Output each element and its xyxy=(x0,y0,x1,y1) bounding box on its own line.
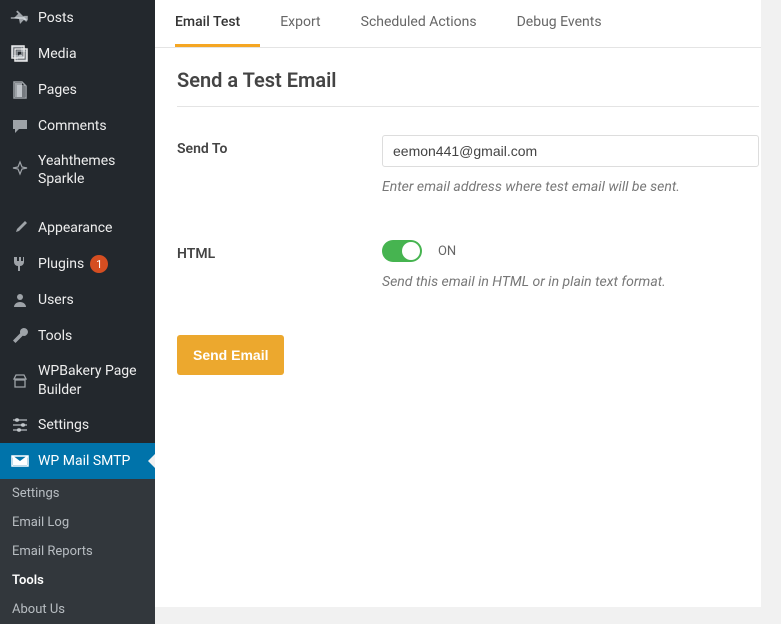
sidebar-item-yeahthemes[interactable]: Yeahthemes Sparkle xyxy=(0,144,155,196)
sparkle-icon xyxy=(10,160,30,180)
send-email-button[interactable]: Send Email xyxy=(177,335,284,375)
submenu-item-emailreports[interactable]: Email Reports xyxy=(0,537,155,566)
sidebar-item-label: Appearance xyxy=(38,219,112,237)
builder-icon xyxy=(10,371,30,391)
submenu-item-settings[interactable]: Settings xyxy=(0,479,155,508)
sidebar-item-label: WPBakery Page Builder xyxy=(38,362,145,398)
submenu-item-tools[interactable]: Tools xyxy=(0,566,155,595)
sidebar-item-wpmailsmtp[interactable]: WP Mail SMTP xyxy=(0,443,155,479)
sidebar-item-label: Plugins xyxy=(38,255,84,273)
media-icon xyxy=(10,44,30,64)
sidebar-item-label: Comments xyxy=(38,117,107,135)
sidebar-item-tools[interactable]: Tools xyxy=(0,318,155,354)
label-sendto: Send To xyxy=(177,135,382,157)
right-gutter xyxy=(761,0,781,607)
sidebar-item-posts[interactable]: Posts xyxy=(0,0,155,36)
sendto-input[interactable] xyxy=(382,135,759,167)
tab-scheduled-actions[interactable]: Scheduled Actions xyxy=(361,0,497,47)
toggle-state: ON xyxy=(438,244,456,259)
comment-icon xyxy=(10,116,30,136)
sidebar-item-label: Tools xyxy=(38,327,72,345)
wrench-icon xyxy=(10,326,30,346)
label-html: HTML xyxy=(177,240,382,262)
admin-sidebar: Posts Media Pages Comments Yeahthemes Sp… xyxy=(0,0,155,607)
update-badge: 1 xyxy=(90,255,108,273)
sidebar-item-label: Posts xyxy=(38,9,74,27)
page-title: Send a Test Email xyxy=(177,68,759,92)
main-content: Email Test Export Scheduled Actions Debu… xyxy=(155,0,781,607)
sliders-icon xyxy=(10,415,30,435)
sidebar-item-media[interactable]: Media xyxy=(0,36,155,72)
envelope-icon xyxy=(10,451,30,471)
help-sendto: Enter email address where test email wil… xyxy=(382,179,759,195)
brush-icon xyxy=(10,218,30,238)
row-html: HTML ON Send this email in HTML or in pl… xyxy=(177,240,759,290)
submenu-item-aboutus[interactable]: About Us xyxy=(0,595,155,624)
tab-nav: Email Test Export Scheduled Actions Debu… xyxy=(155,0,781,48)
sidebar-submenu: Settings Email Log Email Reports Tools A… xyxy=(0,479,155,624)
row-sendto: Send To Enter email address where test e… xyxy=(177,135,759,195)
sidebar-item-comments[interactable]: Comments xyxy=(0,108,155,144)
html-toggle[interactable] xyxy=(382,240,422,262)
sidebar-item-label: Media xyxy=(38,45,77,63)
plug-icon xyxy=(10,254,30,274)
pages-icon xyxy=(10,80,30,100)
pushpin-icon xyxy=(10,8,30,28)
sidebar-item-users[interactable]: Users xyxy=(0,282,155,318)
sidebar-item-label: Yeahthemes Sparkle xyxy=(38,152,145,188)
sidebar-item-pages[interactable]: Pages xyxy=(0,72,155,108)
tab-export[interactable]: Export xyxy=(280,0,340,47)
tab-email-test[interactable]: Email Test xyxy=(175,0,260,47)
sidebar-item-wpbakery[interactable]: WPBakery Page Builder xyxy=(0,354,155,406)
sidebar-item-plugins[interactable]: Plugins 1 xyxy=(0,246,155,282)
help-html: Send this email in HTML or in plain text… xyxy=(382,274,759,290)
sidebar-item-label: WP Mail SMTP xyxy=(38,452,130,470)
submenu-item-emaillog[interactable]: Email Log xyxy=(0,508,155,537)
sidebar-item-appearance[interactable]: Appearance xyxy=(0,210,155,246)
user-icon xyxy=(10,290,30,310)
sidebar-item-settings[interactable]: Settings xyxy=(0,407,155,443)
sidebar-item-label: Pages xyxy=(38,81,77,99)
sidebar-item-label: Settings xyxy=(38,416,89,434)
divider xyxy=(177,106,759,107)
sidebar-item-label: Users xyxy=(38,291,74,309)
tab-debug-events[interactable]: Debug Events xyxy=(517,0,622,47)
